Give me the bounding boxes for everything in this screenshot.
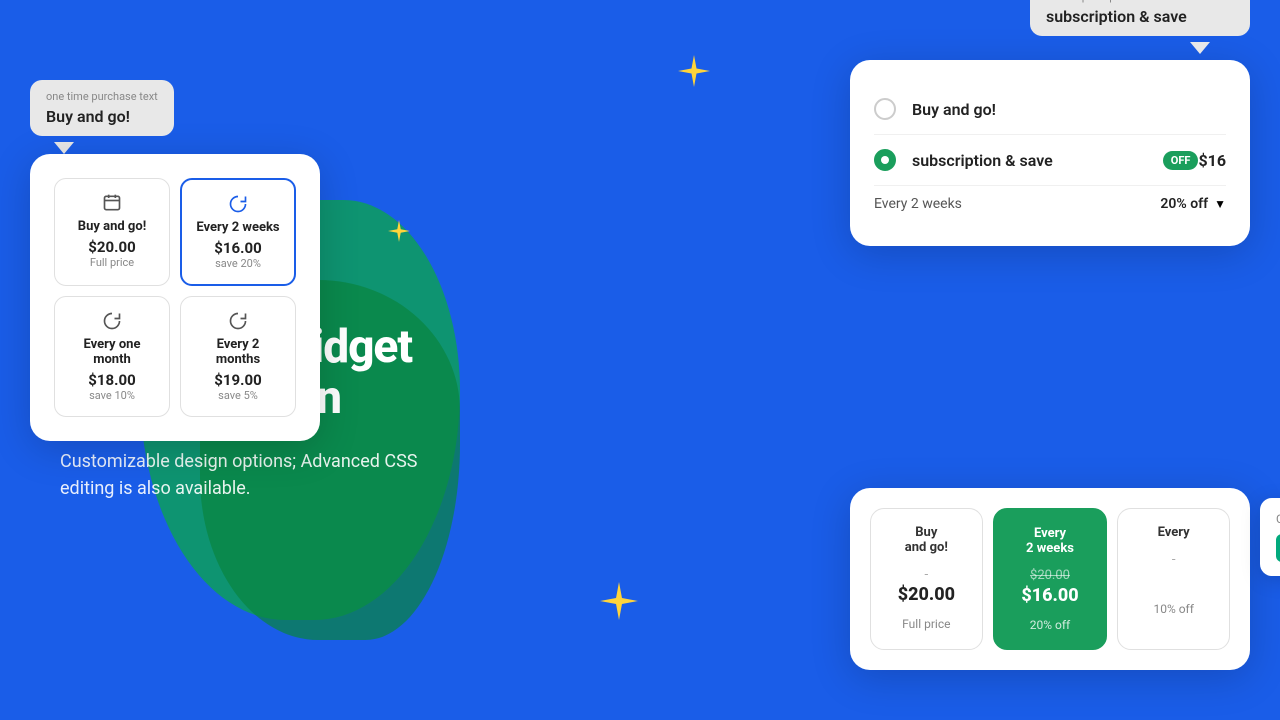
w3-discount-2: 10% off	[1130, 602, 1217, 616]
widget2-row-buy[interactable]: Buy and go!	[874, 84, 1226, 135]
purchase-item-every-one-month[interactable]: Every one month $18.00 save 10%	[54, 296, 170, 417]
w3-discount-0: Full price	[883, 617, 970, 631]
widget1-container: one time purchase text Buy and go! Buy a…	[30, 80, 320, 441]
freq-label: Every 2 weeks	[874, 196, 1160, 212]
widget2-card: Buy and go! subscription & save OFF $16 …	[850, 60, 1250, 246]
radio-buy-and-go[interactable]	[874, 98, 896, 120]
purchase-title-3: Every 2 months	[193, 337, 283, 367]
w3-price-2	[1130, 569, 1217, 590]
tooltip-sub-label: subscription purchase text	[1046, 0, 1234, 3]
tooltip-subscription-container: subscription purchase text subscription …	[1030, 0, 1250, 54]
star-decoration-3	[600, 582, 638, 620]
purchase-title-1: Every 2 weeks	[194, 220, 282, 235]
purchase-icon-1	[194, 194, 282, 214]
freq-discount: 20% off	[1160, 196, 1208, 212]
tooltip-subscription: subscription purchase text subscription …	[1030, 0, 1250, 36]
page-subtext: Customizable design options; Advanced CS…	[60, 448, 420, 502]
widget2-row-sub[interactable]: subscription & save OFF $16	[874, 135, 1226, 186]
w3-old-price-1: $20.00	[1007, 568, 1094, 583]
purchase-sub-2: save 10%	[67, 389, 157, 402]
color-swatch[interactable]	[1276, 534, 1280, 562]
tooltip-one-time-label: one time purchase text	[46, 90, 158, 103]
star-decoration-1	[678, 55, 710, 87]
w3-title-1: Every2 weeks	[1007, 526, 1094, 556]
purchase-title-0: Buy and go!	[67, 219, 157, 234]
w3-price-0: $20.00	[883, 584, 970, 605]
w3-title-2: Every	[1130, 525, 1217, 540]
w3-price-1: $16.00	[1007, 585, 1094, 606]
purchase-price-3: $19.00	[193, 371, 283, 389]
tooltip-one-time-value: Buy and go!	[46, 107, 158, 126]
color-picker-row[interactable]: #02AA7D	[1276, 534, 1280, 562]
w3-item-buy-and-go[interactable]: Buyand go! $20.00 Full price	[870, 508, 983, 650]
purchase-item-every-2-weeks[interactable]: Every 2 weeks $16.00 save 20%	[180, 178, 296, 286]
widget2-container: subscription purchase text subscription …	[850, 60, 1250, 246]
widget3-grid: Buyand go! $20.00 Full price Every2 week…	[870, 508, 1230, 650]
purchase-item-every-2-months[interactable]: Every 2 months $19.00 save 5%	[180, 296, 296, 417]
row-price-sub: $16	[1198, 151, 1226, 170]
purchase-price-0: $20.00	[67, 238, 157, 256]
purchase-icon-3	[193, 311, 283, 331]
row-label-sub: subscription & save	[912, 151, 1155, 170]
w3-item-every[interactable]: Every 10% off	[1117, 508, 1230, 650]
tooltip-one-time: one time purchase text Buy and go!	[30, 80, 174, 136]
color-picker-tooltip: Color #02AA7D	[1260, 498, 1280, 576]
purchase-sub-1: save 20%	[194, 257, 282, 270]
purchase-item-buy-and-go[interactable]: Buy and go! $20.00 Full price	[54, 178, 170, 286]
purchase-icon-2	[67, 311, 157, 331]
color-picker-label: Color	[1276, 512, 1280, 526]
w3-title-0: Buyand go!	[883, 525, 970, 555]
dropdown-arrow-icon[interactable]: ▼	[1214, 197, 1226, 211]
purchase-sub-3: save 5%	[193, 389, 283, 402]
purchase-title-2: Every one month	[67, 337, 157, 367]
purchase-price-1: $16.00	[194, 239, 282, 257]
radio-sub-save[interactable]	[874, 149, 896, 171]
purchase-sub-0: Full price	[67, 256, 157, 269]
w3-old-price-0	[883, 567, 970, 582]
row-label-buy: Buy and go!	[912, 100, 1226, 119]
purchase-grid: Buy and go! $20.00 Full price Every 2 we…	[54, 178, 296, 417]
widget3-card: Buyand go! $20.00 Full price Every2 week…	[850, 488, 1250, 670]
w3-item-every-2-weeks[interactable]: Every2 weeks $20.00 $16.00 20% off	[993, 508, 1108, 650]
w3-old-price-2	[1130, 552, 1217, 567]
tooltip-tail-2	[1190, 42, 1210, 54]
tooltip-sub-value: subscription & save	[1046, 7, 1234, 26]
off-badge: OFF	[1163, 151, 1199, 170]
widget1-card: Buy and go! $20.00 Full price Every 2 we…	[30, 154, 320, 441]
widget3-container: Buyand go! $20.00 Full price Every2 week…	[850, 488, 1250, 670]
tooltip-tail-1	[54, 142, 74, 154]
purchase-icon-0	[67, 193, 157, 213]
frequency-row[interactable]: Every 2 weeks 20% off ▼	[874, 186, 1226, 222]
purchase-price-2: $18.00	[67, 371, 157, 389]
w3-discount-1: 20% off	[1007, 618, 1094, 632]
